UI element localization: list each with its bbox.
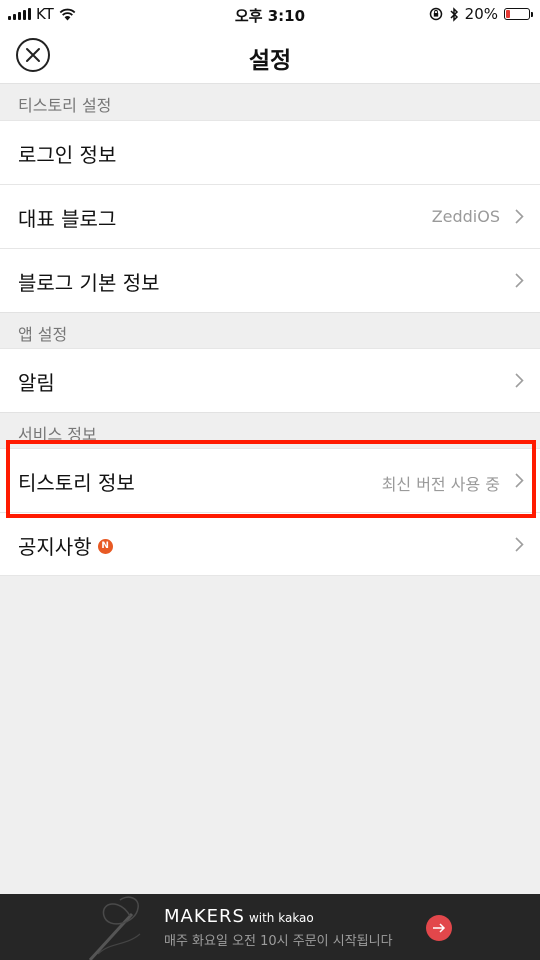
status-right: 20% bbox=[429, 5, 533, 23]
row-label: 티스토리 정보 bbox=[18, 471, 135, 495]
settings-row-login-info[interactable]: 로그인 정보 bbox=[0, 120, 540, 184]
battery-level bbox=[506, 10, 510, 18]
battery-percent: 20% bbox=[464, 5, 498, 23]
banner-brand: MAKERS with kakao bbox=[164, 906, 314, 927]
bluetooth-icon bbox=[450, 6, 458, 22]
makers-banner[interactable]: MAKERS with kakao 매주 화요일 오전 10시 주문이 시작됩니다 bbox=[0, 894, 540, 960]
section-title: 서비스 정보 bbox=[18, 425, 97, 444]
battery-icon bbox=[504, 8, 533, 20]
navigation-bar: 설정 bbox=[0, 28, 540, 83]
row-label: 로그인 정보 bbox=[18, 143, 117, 167]
section-header-app-settings: 앱 설정 bbox=[0, 312, 540, 349]
page-title: 설정 bbox=[248, 48, 292, 74]
settings-row-notices[interactable]: 공지사항 N bbox=[0, 512, 540, 576]
section-header-tistory-settings: 티스토리 설정 bbox=[0, 83, 540, 120]
arrow-right-icon bbox=[433, 923, 446, 933]
needle-thread-icon bbox=[88, 896, 141, 960]
brand-suffix: with kakao bbox=[248, 911, 314, 925]
row-value: ZeddiOS bbox=[431, 207, 500, 226]
chevron-right-icon bbox=[515, 473, 524, 488]
settings-row-main-blog[interactable]: 대표 블로그 ZeddiOS bbox=[0, 184, 540, 248]
row-label: 공지사항 N bbox=[18, 531, 113, 560]
orientation-lock-icon bbox=[429, 7, 442, 21]
row-label-text: 공지사항 bbox=[18, 535, 92, 559]
status-bar: KT 오후 3:10 20% bbox=[0, 0, 540, 28]
settings-row-tistory-info[interactable]: 티스토리 정보 최신 버전 사용 중 bbox=[0, 448, 540, 512]
row-value: 최신 버전 사용 중 bbox=[381, 475, 500, 494]
row-label: 블로그 기본 정보 bbox=[18, 271, 160, 295]
new-badge: N bbox=[97, 539, 113, 554]
chevron-right-icon bbox=[515, 537, 524, 552]
brand-name: MAKERS bbox=[164, 906, 245, 927]
section-title: 티스토리 설정 bbox=[18, 96, 112, 115]
chevron-right-icon bbox=[515, 373, 524, 388]
row-label: 대표 블로그 bbox=[18, 207, 117, 231]
chevron-right-icon bbox=[515, 273, 524, 288]
settings-row-notifications[interactable]: 알림 bbox=[0, 348, 540, 412]
row-label: 알림 bbox=[18, 371, 55, 395]
settings-row-blog-basic-info[interactable]: 블로그 기본 정보 bbox=[0, 248, 540, 312]
chevron-right-icon bbox=[515, 209, 524, 224]
section-header-service-info: 서비스 정보 bbox=[0, 412, 540, 449]
banner-action-button[interactable] bbox=[426, 915, 452, 941]
banner-subtitle: 매주 화요일 오전 10시 주문이 시작됩니다 bbox=[164, 934, 393, 949]
section-title: 앱 설정 bbox=[18, 325, 68, 344]
